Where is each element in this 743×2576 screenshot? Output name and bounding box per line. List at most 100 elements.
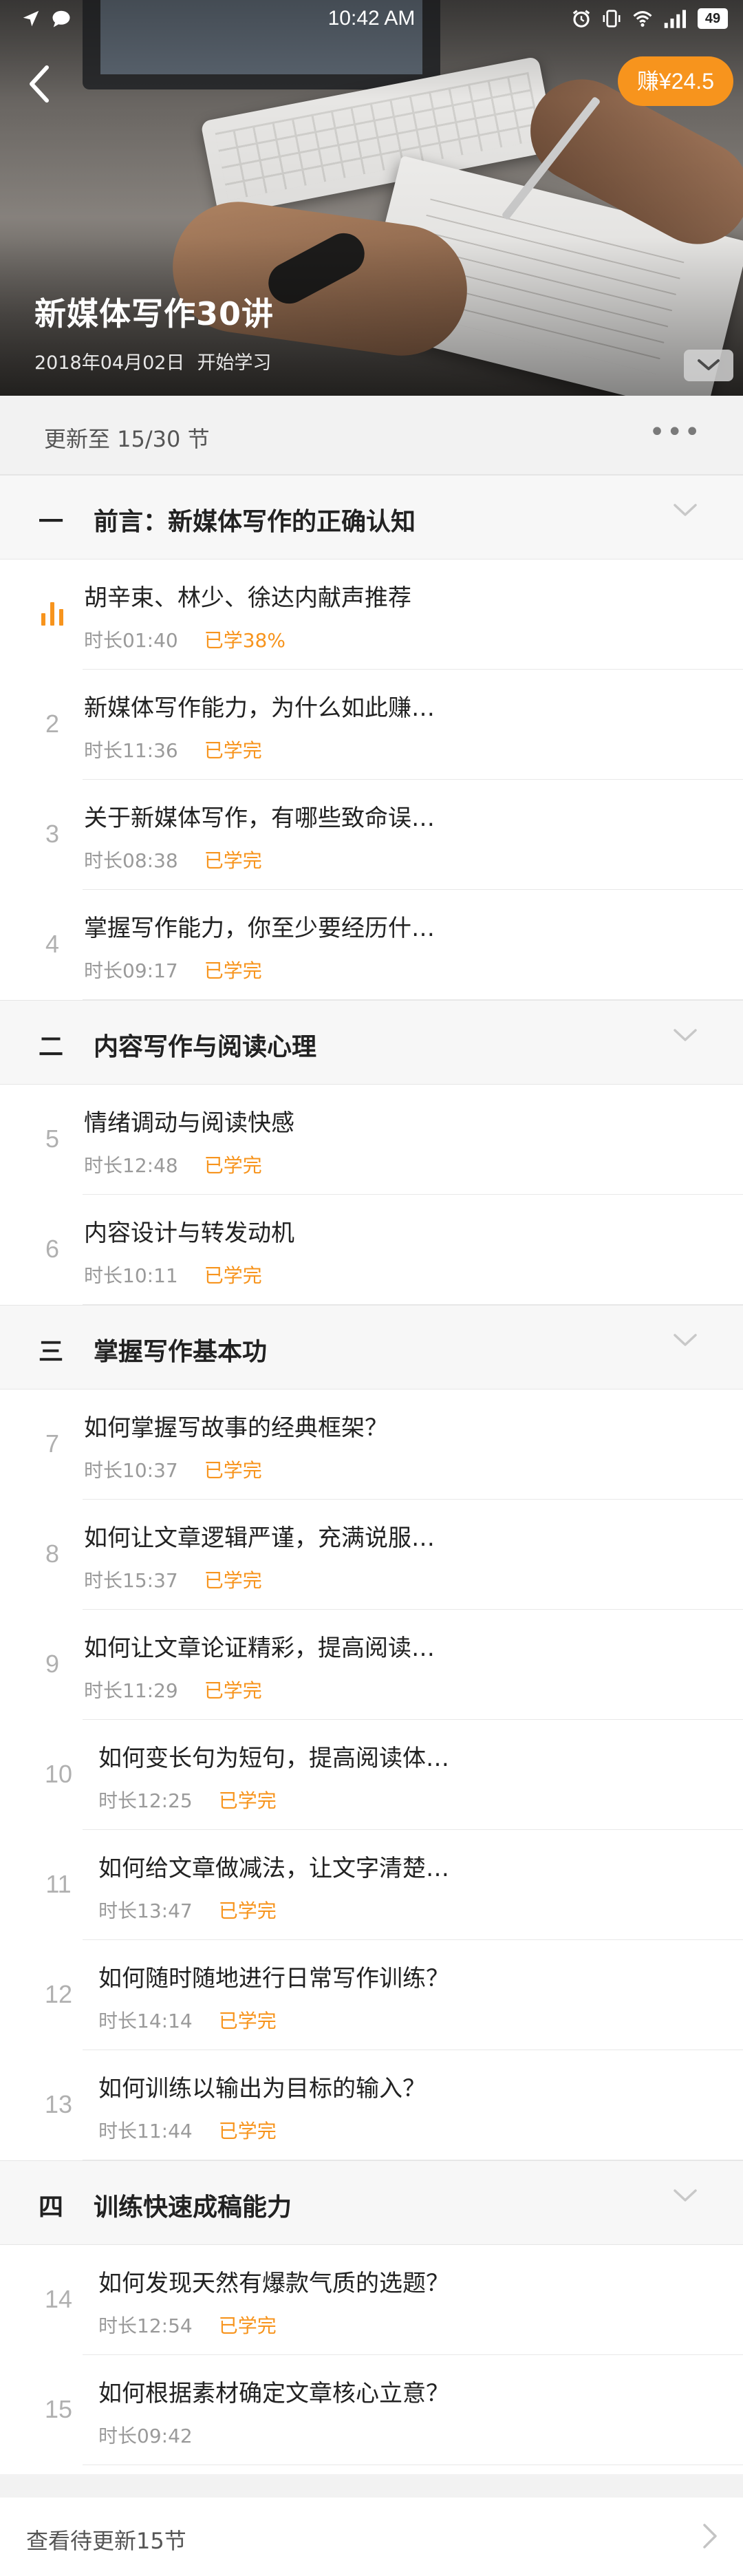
lesson-meta: 时长08:38 已学完 <box>84 846 262 873</box>
lesson-item[interactable]: 6 内容设计与转发动机时长10:11 已学完 <box>0 1195 743 1305</box>
lesson-index: 10 <box>44 1760 73 1788</box>
section-header[interactable]: 二 内容写作与阅读心理 <box>0 1000 743 1085</box>
lesson-status: 已学完 <box>218 1899 277 1922</box>
vibrate-icon <box>603 10 621 28</box>
lesson-title: 情绪调动与阅读快感 <box>84 1109 294 1137</box>
lesson-duration: 时长11:29 <box>84 1679 178 1702</box>
lesson-status: 已学完 <box>204 1154 262 1177</box>
lesson-meta: 时长01:40 已学38% <box>84 626 286 653</box>
lesson-index: 4 <box>45 930 60 958</box>
lesson-item[interactable]: 9 如何让文章论证精彩，提高阅读… 时长11:29 已学完 <box>0 1610 743 1720</box>
lesson-item[interactable]: 胡辛束、林少、徐达内献声推荐时长01:40 已学38% <box>0 560 743 670</box>
lesson-index: 8 <box>45 1540 60 1568</box>
lesson-duration: 时长09:17 <box>84 959 178 982</box>
lesson-item[interactable]: 12 如何随时随地进行日常写作训练？ 时长14:14 已学完 <box>0 1940 743 2050</box>
lesson-status: 已学完 <box>204 739 262 762</box>
lesson-duration: 时长12:48 <box>84 1154 178 1177</box>
lesson-meta: 时长10:37 已学完 <box>84 1456 262 1483</box>
lesson-title: 内容设计与转发动机 <box>84 1220 294 1247</box>
lesson-item[interactable]: 2 新媒体写作能力，为什么如此赚… 时长11:36 已学完 <box>0 670 743 780</box>
lesson-index: 14 <box>44 2285 73 2313</box>
lesson-item[interactable]: 13 如何训练以输出为目标的输入？ 时长11:44 已学完 <box>0 2050 743 2160</box>
lesson-item[interactable]: 3 关于新媒体写作，有哪些致命误… 时长08:38 已学完 <box>0 780 743 890</box>
section-header[interactable]: 三 掌握写作基本功 <box>0 1305 743 1390</box>
section-header[interactable]: 四 训练快速成稿能力 <box>0 2160 743 2245</box>
signal-icon <box>664 10 686 28</box>
section-number: 三 <box>39 1338 64 1366</box>
lesson-status: 已学完 <box>204 1264 262 1287</box>
lesson-duration: 时长12:25 <box>98 1789 193 1812</box>
lesson-item[interactable]: 14 如何发现天然有爆款气质的选题？ 时长12:54 已学完 <box>0 2245 743 2355</box>
lesson-meta: 时长09:42 <box>98 2421 193 2449</box>
lesson-index: 9 <box>45 1650 60 1678</box>
section-number: 二 <box>39 1033 64 1061</box>
battery-indicator: 49 <box>698 8 728 29</box>
more-options-button[interactable]: ••• <box>649 416 702 448</box>
section-title: 内容写作与阅读心理 <box>94 1033 317 1061</box>
lesson-item[interactable]: 15 如何根据素材确定文章核心立意？ 时长09:42 <box>0 2355 743 2465</box>
lesson-meta: 时长11:44 已学完 <box>98 2116 277 2144</box>
earn-reward-button[interactable]: 赚¥24.5 <box>617 56 733 106</box>
lesson-duration: 时长15:37 <box>84 1569 178 1592</box>
wifi-icon <box>633 11 652 27</box>
lesson-item[interactable]: 5 情绪调动与阅读快感时长12:48 已学完 <box>0 1085 743 1195</box>
chevron-down-icon <box>674 1334 697 1346</box>
start-date: 2018年04月02日 <box>34 352 185 374</box>
start-label: 开始学习 <box>197 352 272 374</box>
chevron-down-icon <box>674 2189 697 2202</box>
course-title: 新媒体写作30讲 <box>34 295 274 332</box>
lesson-item[interactable]: 4 掌握写作能力，你至少要经历什… 时长09:17 已学完 <box>0 890 743 1000</box>
update-progress-label: 更新至 15/30 节 <box>44 426 210 452</box>
lesson-item[interactable]: 11 如何给文章做减法，让文字清楚… 时长13:47 已学完 <box>0 1830 743 1940</box>
lesson-meta: 时长10:11 已学完 <box>84 1261 262 1288</box>
chevron-down-icon <box>698 359 720 370</box>
lesson-title: 如何根据素材确定文章核心立意？ <box>98 2380 449 2407</box>
lesson-meta: 时长14:14 已学完 <box>98 2006 277 2034</box>
lesson-meta: 时长12:54 已学完 <box>98 2311 277 2339</box>
lesson-title: 胡辛束、林少、徐达内献声推荐 <box>84 584 411 612</box>
lesson-status: 已学完 <box>218 2120 277 2142</box>
lesson-index: 12 <box>44 1980 73 2008</box>
lesson-item[interactable]: 8 如何让文章逻辑严谨，充满说服… 时长15:37 已学完 <box>0 1500 743 1610</box>
lesson-duration: 时长09:42 <box>98 2425 193 2447</box>
lesson-meta: 时长15:37 已学完 <box>84 1566 262 1593</box>
lesson-duration: 时长10:11 <box>84 1264 178 1287</box>
lesson-status: 已学38% <box>204 629 286 652</box>
lesson-duration: 时长12:54 <box>98 2314 193 2337</box>
update-progress-bar: 更新至 15/30 节 ••• <box>0 396 743 475</box>
lesson-status: 已学完 <box>204 1459 262 1482</box>
lesson-index: 11 <box>45 1870 72 1898</box>
lesson-meta: 时长11:29 已学完 <box>84 1676 262 1703</box>
lesson-title: 如何让文章逻辑严谨，充满说服… <box>84 1524 435 1552</box>
chevron-right-icon <box>703 2524 717 2548</box>
section-header[interactable]: 一 前言：新媒体写作的正确认知 <box>0 475 743 560</box>
lesson-status: 已学完 <box>218 2010 277 2032</box>
lesson-meta: 时长11:36 已学完 <box>84 736 262 763</box>
back-button[interactable] <box>23 63 58 105</box>
lesson-status: 已学完 <box>204 959 262 982</box>
lesson-item[interactable]: 10 如何变长句为短句，提高阅读体… 时长12:25 已学完 <box>0 1720 743 1830</box>
lesson-duration: 时长11:44 <box>98 2120 193 2142</box>
lesson-meta: 时长12:25 已学完 <box>98 1786 277 1813</box>
lesson-duration: 时长14:14 <box>98 2010 193 2032</box>
expand-description-button[interactable] <box>684 350 733 381</box>
back-arrow-icon <box>30 65 49 103</box>
chevron-down-icon <box>674 1029 697 1041</box>
pending-updates-label: 查看待更新15节 <box>26 2528 186 2554</box>
lesson-title: 掌握写作能力，你至少要经历什… <box>84 915 435 942</box>
lesson-meta: 时长09:17 已学完 <box>84 956 262 983</box>
lesson-index: 6 <box>45 1235 60 1263</box>
lesson-item[interactable]: 7 如何掌握写故事的经典框架？ 时长10:37 已学完 <box>0 1390 743 1500</box>
now-playing-icon <box>41 602 63 626</box>
lesson-index: 15 <box>44 2395 73 2423</box>
status-bar: 10:42 AM 49 <box>0 0 743 43</box>
lesson-index: 3 <box>45 820 60 848</box>
pending-updates-row[interactable]: 查看待更新15节 <box>0 2498 743 2576</box>
alarm-icon <box>572 10 590 28</box>
lesson-index: 5 <box>45 1125 60 1153</box>
lesson-duration: 时长01:40 <box>84 629 178 652</box>
lesson-index: 7 <box>45 1429 60 1458</box>
lesson-title: 如何随时随地进行日常写作训练？ <box>98 1965 449 1992</box>
section-gap <box>0 2474 743 2498</box>
lesson-duration: 时长11:36 <box>84 739 178 762</box>
